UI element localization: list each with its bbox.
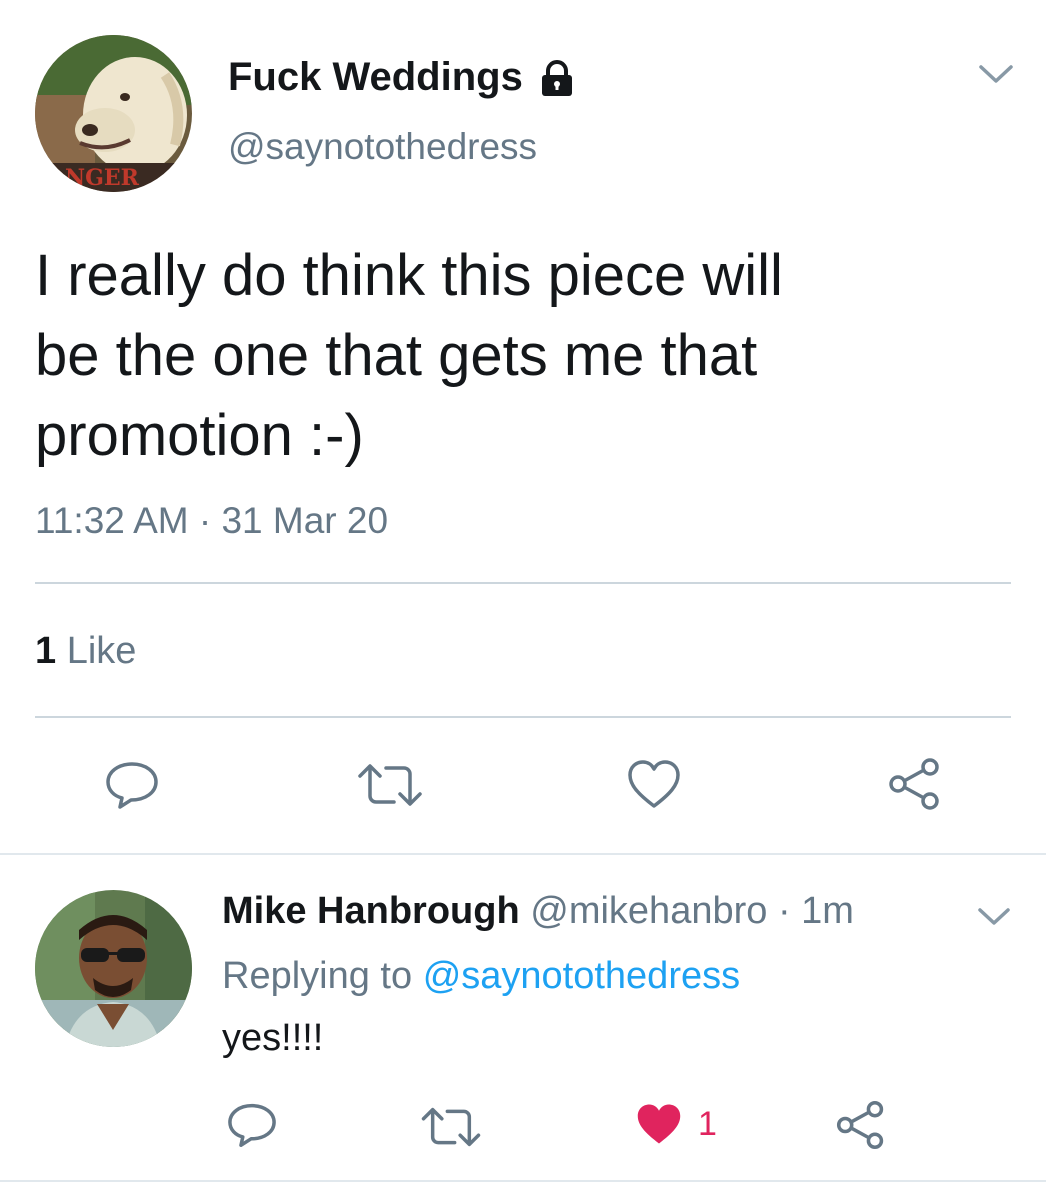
- reply-header: Mike Hanbrough @mikehanbro · 1m: [222, 890, 854, 933]
- reply-author-name[interactable]: Mike Hanbrough: [222, 890, 520, 932]
- like-count: 1: [698, 1104, 717, 1143]
- retweet-icon: [421, 1107, 481, 1147]
- author-name-row[interactable]: Fuck Weddings: [228, 55, 577, 100]
- chevron-down-icon[interactable]: [976, 905, 1012, 929]
- share-icon: [889, 758, 939, 810]
- share-button[interactable]: [834, 1099, 888, 1151]
- share-button[interactable]: [886, 756, 944, 812]
- reply-text: yes!!!!: [222, 1017, 324, 1059]
- heart-filled-icon: [637, 1104, 681, 1144]
- retweet-icon: [358, 764, 422, 806]
- replying-prefix: Replying to: [222, 955, 413, 997]
- lock-icon: [537, 58, 577, 98]
- author-display-name[interactable]: Fuck Weddings: [228, 55, 523, 100]
- reply-tweet[interactable]: Mike Hanbrough @mikehanbro · 1m Replying…: [0, 855, 1046, 1185]
- author-handle[interactable]: @saynotothedress: [228, 126, 537, 168]
- separator-dot: ·: [777, 890, 791, 932]
- tweet-text: I really do think this piece will be the…: [35, 243, 783, 468]
- retweet-button[interactable]: [354, 760, 426, 810]
- likes-label: Like: [66, 630, 137, 672]
- bottom-divider: [0, 1180, 1046, 1182]
- tweet-timestamp[interactable]: 11:32 AM · 31 Mar 20: [35, 500, 388, 542]
- replying-to-line: Replying to @saynotothedress: [222, 955, 740, 998]
- reply-button[interactable]: [226, 1102, 278, 1148]
- likes-count: 1: [35, 630, 57, 672]
- main-tweet: NGER Fuck Weddings @saynotothedress I re…: [0, 0, 1046, 855]
- divider: [35, 582, 1011, 584]
- reply-author-handle[interactable]: @mikehanbro: [530, 890, 767, 932]
- heart-outline-icon: [628, 760, 680, 808]
- reply-avatar[interactable]: [35, 890, 192, 1047]
- like-button[interactable]: [626, 758, 682, 810]
- reply-button[interactable]: [104, 760, 160, 810]
- retweet-button[interactable]: [418, 1104, 484, 1150]
- like-button[interactable]: 1: [634, 1101, 717, 1147]
- speech-bubble-icon: [106, 762, 158, 809]
- share-icon: [836, 1100, 884, 1150]
- avatar-lettering: NGER: [65, 165, 140, 191]
- divider: [35, 716, 1011, 718]
- likes-summary[interactable]: 1 Like: [35, 630, 136, 673]
- main-avatar[interactable]: NGER: [35, 35, 192, 192]
- reply-time[interactable]: 1m: [801, 890, 854, 932]
- chevron-down-icon[interactable]: [978, 62, 1014, 86]
- replying-to-mention[interactable]: @saynotothedress: [423, 955, 740, 997]
- speech-bubble-icon: [228, 1103, 276, 1147]
